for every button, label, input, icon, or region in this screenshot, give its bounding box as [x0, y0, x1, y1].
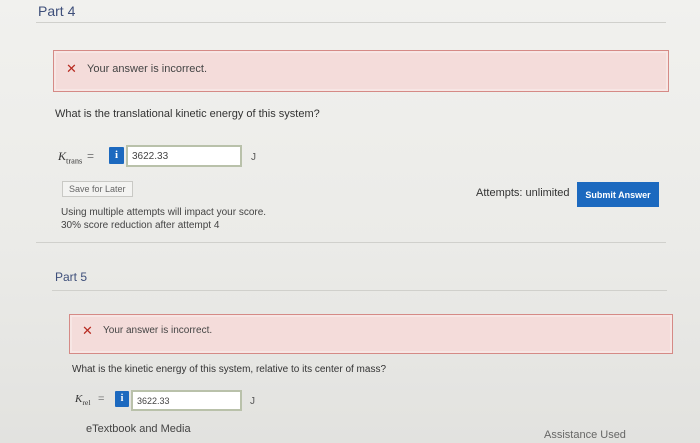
part5-unit-label: J [250, 396, 255, 407]
part4-alert-text: Your answer is incorrect. [87, 63, 208, 75]
error-x-icon: ✕ [66, 61, 77, 76]
part4-bottom-divider [36, 242, 666, 243]
part4-attempts-text: Attempts: unlimited [476, 187, 570, 199]
part4-question: What is the translational kinetic energy… [55, 108, 320, 120]
part4-divider [36, 22, 666, 23]
part5-alert-text: Your answer is incorrect. [103, 325, 213, 336]
part5-variable-label: Krel [75, 393, 90, 407]
part4-variable-label: Ktrans [58, 149, 82, 165]
assistance-used-link[interactable]: Assistance Used [544, 429, 626, 441]
part4-info-icon[interactable]: i [109, 147, 124, 164]
etextbook-media-link[interactable]: eTextbook and Media [86, 423, 191, 435]
part5-divider [52, 290, 667, 291]
part5-incorrect-alert: ✕ Your answer is incorrect. [69, 314, 673, 354]
part4-answer-input[interactable] [126, 145, 242, 167]
part5-answer-input[interactable] [131, 390, 242, 411]
part4-attempt-note-line1: Using multiple attempts will impact your… [61, 207, 267, 218]
part4-unit-label: J [251, 152, 256, 163]
part5-title: Part 5 [55, 270, 88, 284]
part4-equals-sign: = [87, 149, 95, 163]
part5-question: What is the kinetic energy of this syste… [72, 364, 387, 375]
part5-info-icon[interactable]: i [115, 391, 129, 407]
part4-var-symbol: K [58, 149, 67, 163]
error-x-icon: ✕ [82, 323, 93, 338]
part4-save-for-later-button[interactable]: Save for Later [62, 181, 133, 197]
part4-var-subscript: trans [66, 156, 83, 166]
part4-incorrect-alert: ✕ Your answer is incorrect. [53, 50, 669, 92]
page: Part 4 ✕ Your answer is incorrect. What … [0, 0, 700, 443]
part5-equals-sign: = [98, 393, 105, 405]
part4-attempt-note-line2: 30% score reduction after attempt 4 [61, 220, 220, 231]
part4-title: Part 4 [38, 3, 76, 19]
part5-var-subscript: rel [82, 398, 91, 408]
part4-submit-answer-button[interactable]: Submit Answer [577, 182, 659, 207]
